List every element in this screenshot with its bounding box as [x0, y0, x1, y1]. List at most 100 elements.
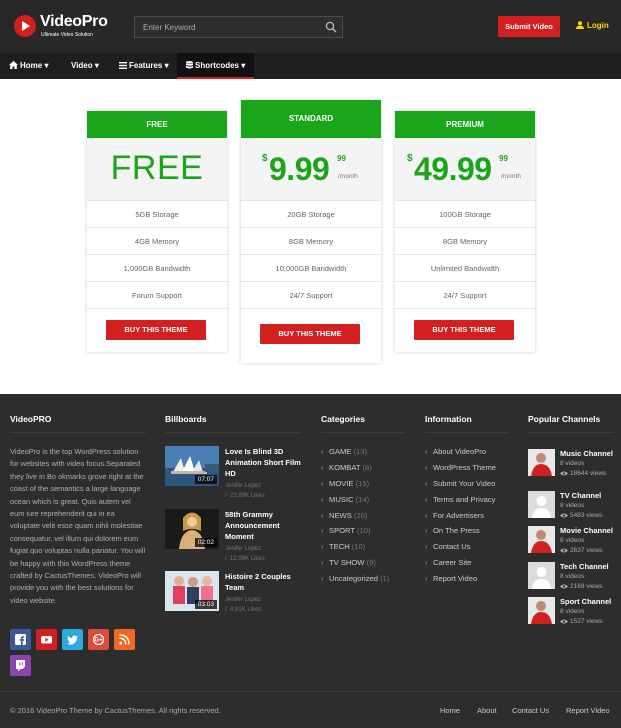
- bottom-link-report[interactable]: Report Video: [566, 706, 610, 715]
- info-link[interactable]: › Report Video: [425, 574, 477, 583]
- bottom-link-contact[interactable]: Contact Us: [512, 706, 549, 715]
- channel-name[interactable]: Movie Channel: [560, 526, 613, 535]
- video-thumbnail[interactable]: 02:02: [165, 509, 219, 549]
- plan-name: PREMIUM: [395, 111, 535, 138]
- logo-text: VideoPro: [40, 13, 108, 30]
- channel-avatar[interactable]: [528, 597, 555, 624]
- divider: [10, 432, 146, 433]
- billboard-title[interactable]: Love Is Blind 3D Animation Short Film HD: [225, 446, 301, 479]
- info-link[interactable]: › Terms and Privacy: [425, 495, 495, 504]
- chevron-right-icon: ›: [425, 544, 428, 551]
- login-label: Login: [587, 21, 609, 30]
- billboard-item[interactable]: 07:07 Love Is Blind 3D Animation Short F…: [165, 446, 301, 499]
- channel-name[interactable]: Music Channel: [560, 449, 613, 458]
- category-link[interactable]: › MUSIC (14): [321, 495, 369, 504]
- nav-label: Features: [129, 61, 163, 70]
- category-link[interactable]: › KOMBAT (8): [321, 463, 372, 472]
- channel-name[interactable]: TV Channel: [560, 491, 601, 500]
- plan-name: STANDARD: [241, 100, 381, 138]
- category-link[interactable]: › GAME (13): [321, 447, 367, 456]
- buy-theme-button[interactable]: BUY THIS THEME: [414, 320, 514, 340]
- info-link[interactable]: › Contact Us: [425, 542, 471, 551]
- youtube-button[interactable]: [36, 629, 57, 650]
- login-link[interactable]: Login: [576, 21, 609, 30]
- nav-item-shortcodes[interactable]: Shortcodes ▾: [177, 53, 255, 79]
- plan-feature: 24/7 Support: [395, 282, 535, 309]
- chevron-right-icon: ›: [321, 544, 324, 551]
- chevron-right-icon: ›: [321, 481, 324, 488]
- category-link[interactable]: › TECH (10): [321, 542, 365, 551]
- chevron-right-icon: ›: [425, 560, 428, 567]
- channel-video-count: 8 videos: [560, 608, 585, 615]
- search-input[interactable]: [135, 17, 320, 37]
- channel-item[interactable]: Music Channel 8 videos 18644 views: [528, 449, 618, 493]
- billboard-author[interactable]: Jenifer Lopez: [225, 545, 261, 554]
- category-link[interactable]: › NEWS (20): [321, 511, 367, 520]
- nav-item-features[interactable]: Features ▾: [119, 53, 169, 79]
- rss-button[interactable]: [114, 629, 135, 650]
- nav-item-video[interactable]: Video ▾: [71, 53, 99, 79]
- channel-photo: [528, 449, 555, 476]
- info-link[interactable]: › On The Press: [425, 526, 480, 535]
- price-period: /month: [501, 173, 521, 180]
- plan-price: $ 9.99 99 /month: [241, 138, 381, 201]
- billboard-item[interactable]: 02:02 58th Grammy Announcement Moment Je…: [165, 509, 301, 562]
- info-link[interactable]: › Career Site: [425, 558, 471, 567]
- billboard-author[interactable]: Jenifer Lopez: [225, 596, 261, 605]
- channel-video-count: 8 videos: [560, 460, 585, 467]
- search-icon[interactable]: [325, 21, 337, 33]
- video-duration: 03:03: [194, 600, 217, 609]
- default-avatar-icon: [528, 491, 555, 518]
- main-nav: Home ▾ Video ▾ Features ▾ Shortcodes ▾: [0, 53, 621, 79]
- eye-icon: [560, 619, 568, 624]
- category-link[interactable]: › MOVIE (15): [321, 479, 369, 488]
- channel-avatar[interactable]: [528, 491, 555, 518]
- info-link[interactable]: › For Advertisers: [425, 511, 484, 520]
- info-link[interactable]: › Submit Your Video: [425, 479, 495, 488]
- channel-avatar[interactable]: [528, 526, 555, 553]
- video-duration: 07:07: [194, 475, 217, 484]
- video-thumbnail[interactable]: 07:07: [165, 446, 219, 486]
- info-link[interactable]: › WordPress Theme: [425, 463, 496, 472]
- pricing-section: FREE FREE 5GB Storage 4GB Memory 1,000GB…: [0, 79, 621, 394]
- chevron-right-icon: ›: [321, 576, 324, 583]
- channel-avatar[interactable]: [528, 562, 555, 589]
- info-link[interactable]: › About VideoPro: [425, 447, 486, 456]
- channel-name[interactable]: Sport Channel: [560, 597, 611, 606]
- plan-feature: 1,000GB Bandwidth: [87, 255, 227, 282]
- category-link[interactable]: › SPORT (10): [321, 526, 371, 535]
- default-avatar-icon: [528, 562, 555, 589]
- chevron-right-icon: ›: [425, 576, 428, 583]
- nav-item-home[interactable]: Home ▾: [9, 53, 48, 79]
- bottom-link-home[interactable]: Home: [440, 706, 460, 715]
- chevron-right-icon: ›: [425, 513, 428, 520]
- divider: [321, 432, 405, 433]
- buy-theme-button[interactable]: BUY THIS THEME: [106, 320, 206, 340]
- submit-video-button[interactable]: Submit Video: [498, 16, 560, 37]
- channel-name[interactable]: Tech Channel: [560, 562, 609, 571]
- chevron-down-icon: ▾: [44, 61, 49, 70]
- channel-avatar[interactable]: [528, 449, 555, 476]
- site-logo[interactable]: VideoPro Ultimate Video Solution: [14, 13, 114, 41]
- twitch-button[interactable]: [10, 655, 31, 676]
- video-thumbnail[interactable]: 03:03: [165, 571, 219, 611]
- price-cents: 99: [499, 154, 508, 163]
- category-link[interactable]: › Uncategorized (1): [321, 574, 389, 583]
- plan-feature: 8GB Memory: [395, 228, 535, 255]
- billboard-title[interactable]: 58th Grammy Announcement Moment: [225, 509, 301, 542]
- billboard-author[interactable]: Jenifer Lopez: [225, 482, 261, 491]
- google-plus-button[interactable]: G+: [88, 629, 109, 650]
- price-currency: $: [407, 153, 413, 164]
- facebook-button[interactable]: [10, 629, 31, 650]
- twitter-button[interactable]: [62, 629, 83, 650]
- category-link[interactable]: › TV SHOW (9): [321, 558, 376, 567]
- buy-theme-button[interactable]: BUY THIS THEME: [260, 324, 360, 344]
- billboard-item[interactable]: 03:03 Histoire 2 Couples Team Jenifer Lo…: [165, 571, 300, 623]
- bottom-link-about[interactable]: About: [477, 706, 497, 715]
- billboard-title[interactable]: Histoire 2 Couples Team: [225, 571, 301, 593]
- price-period: /month: [338, 173, 358, 180]
- twitter-icon: [67, 635, 78, 645]
- footer-billboards-title: Billboards: [165, 414, 207, 424]
- chevron-down-icon: ▾: [94, 61, 99, 70]
- channel-item[interactable]: Sport Channel 8 videos 1527 views: [528, 597, 618, 641]
